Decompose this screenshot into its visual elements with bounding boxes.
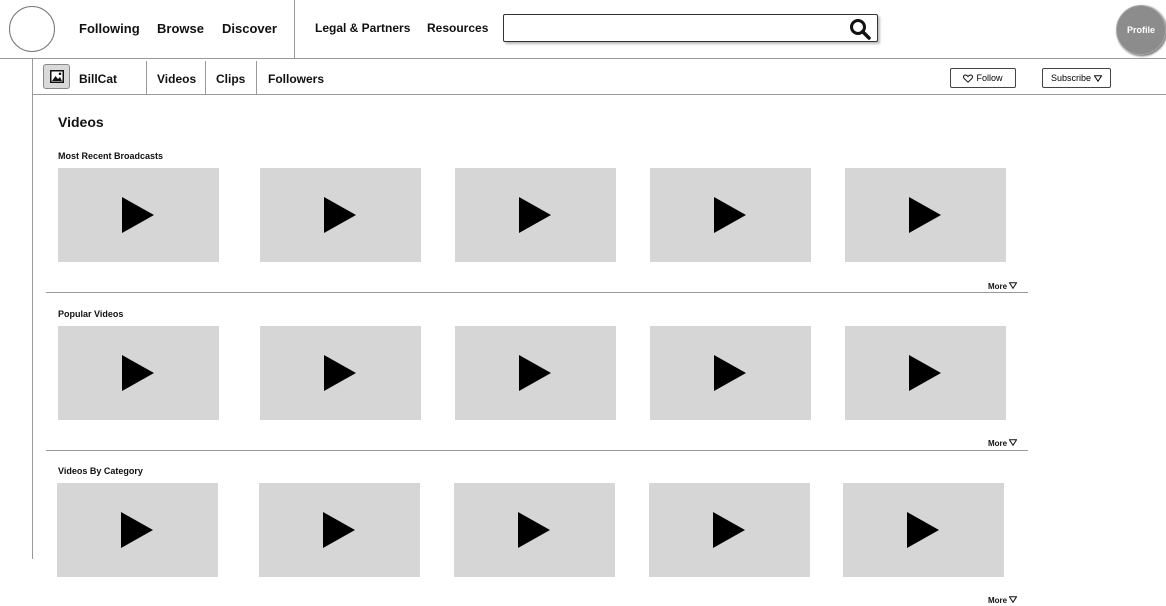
channel-bar-divider [33, 94, 1166, 95]
section-title: Videos By Category [58, 466, 143, 476]
section-divider [46, 450, 1028, 451]
video-thumbnail[interactable] [57, 483, 218, 577]
play-icon[interactable] [122, 197, 156, 233]
video-thumbnail[interactable] [260, 168, 421, 262]
search-icon[interactable] [849, 18, 871, 40]
nav-resources[interactable]: Resources [427, 21, 488, 35]
channel-name[interactable]: BillCat [79, 72, 117, 86]
video-thumbnail[interactable] [455, 326, 616, 420]
video-thumbnail[interactable] [845, 168, 1006, 262]
play-icon[interactable] [909, 355, 943, 391]
more-link[interactable]: More [988, 282, 1018, 291]
triangle-down-icon [1094, 74, 1103, 82]
more-link[interactable]: More [988, 439, 1018, 448]
tab-followers[interactable]: Followers [268, 72, 324, 86]
tab-clips[interactable]: Clips [216, 72, 245, 86]
channel-avatar[interactable] [43, 64, 70, 89]
follow-button[interactable]: Follow [950, 68, 1016, 88]
video-thumbnail[interactable] [58, 168, 219, 262]
search-box[interactable] [503, 14, 878, 42]
site-logo[interactable] [9, 6, 55, 52]
search-input[interactable] [508, 18, 832, 40]
tab-separator [205, 61, 206, 94]
nav-following[interactable]: Following [79, 21, 140, 36]
triangle-down-icon [1008, 282, 1018, 290]
play-icon[interactable] [122, 355, 156, 391]
tab-videos[interactable]: Videos [157, 72, 196, 86]
video-thumbnail[interactable] [650, 168, 811, 262]
video-thumbnail[interactable] [650, 326, 811, 420]
subscribe-label: Subscribe [1050, 73, 1092, 83]
more-label: More [988, 439, 1008, 448]
video-thumbnail[interactable] [260, 326, 421, 420]
video-thumbnail[interactable] [455, 168, 616, 262]
subscribe-button[interactable]: Subscribe [1042, 68, 1111, 88]
more-link[interactable]: More [988, 596, 1018, 605]
nav-divider [294, 0, 295, 58]
triangle-down-icon [1008, 439, 1018, 447]
section-title: Most Recent Broadcasts [58, 151, 164, 161]
tab-separator [256, 61, 257, 94]
video-thumbnail[interactable] [454, 483, 615, 577]
play-icon[interactable] [121, 512, 155, 548]
video-thumbnail[interactable] [259, 483, 420, 577]
page-title: Videos [58, 114, 104, 130]
play-icon[interactable] [714, 197, 748, 233]
nav-discover[interactable]: Discover [222, 21, 277, 36]
image-icon [50, 70, 64, 83]
more-label: More [988, 282, 1008, 291]
play-icon[interactable] [324, 197, 358, 233]
triangle-down-icon [1008, 596, 1018, 604]
video-thumbnail[interactable] [58, 326, 219, 420]
heart-icon [963, 73, 974, 83]
play-icon[interactable] [323, 512, 357, 548]
play-icon[interactable] [909, 197, 943, 233]
profile-button[interactable]: Profile [1116, 5, 1166, 55]
play-icon[interactable] [713, 512, 747, 548]
play-icon[interactable] [518, 512, 552, 548]
profile-label: Profile [1126, 25, 1155, 35]
play-icon[interactable] [324, 355, 358, 391]
more-label: More [988, 596, 1008, 605]
nav-browse[interactable]: Browse [157, 21, 204, 36]
play-icon[interactable] [519, 355, 553, 391]
left-rule [32, 59, 33, 559]
follow-label: Follow [976, 73, 1003, 83]
section-title: Popular Videos [58, 309, 124, 319]
tab-separator [146, 61, 147, 94]
play-icon[interactable] [519, 197, 553, 233]
video-thumbnail[interactable] [649, 483, 810, 577]
nav-legal-partners[interactable]: Legal & Partners [315, 21, 410, 35]
topbar-divider [0, 58, 1166, 59]
play-icon[interactable] [714, 355, 748, 391]
play-icon[interactable] [907, 512, 941, 548]
video-thumbnail[interactable] [845, 326, 1006, 420]
section-divider [46, 292, 1028, 293]
video-thumbnail[interactable] [843, 483, 1004, 577]
